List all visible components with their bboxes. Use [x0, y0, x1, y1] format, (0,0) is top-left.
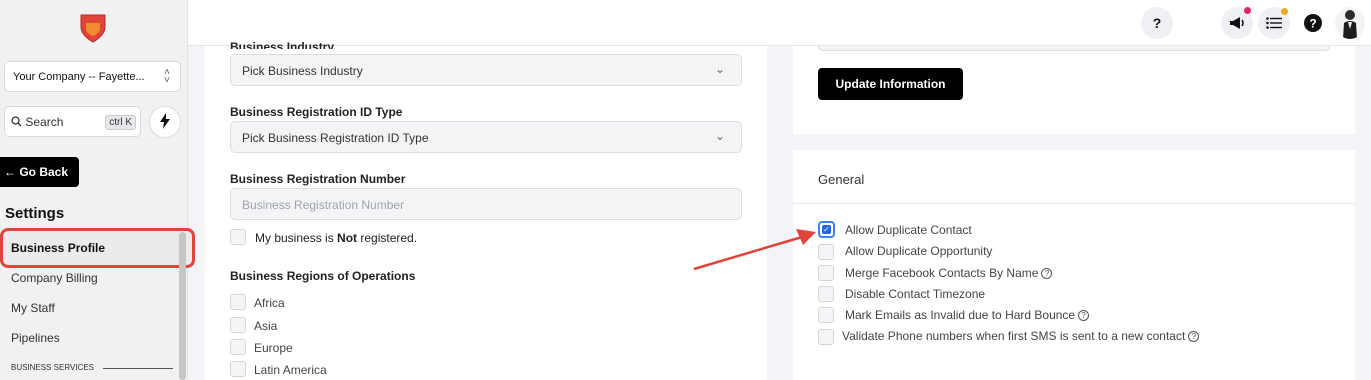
svg-text:?: ?	[1309, 17, 1316, 31]
allow-duplicate-opportunity-checkbox[interactable]	[818, 244, 834, 260]
divider	[793, 203, 1355, 204]
option-label: Disable Contact Timezone	[845, 287, 986, 301]
mark-emails-invalid-checkbox[interactable]	[818, 307, 834, 323]
check-icon: ✓	[822, 225, 831, 234]
help-icon[interactable]: ?	[1188, 331, 1200, 342]
previous-field[interactable]	[818, 46, 1330, 51]
lightning-icon	[160, 113, 170, 129]
region-checkbox-europe[interactable]	[230, 339, 246, 355]
registration-number-label: Business Registration Number	[230, 172, 406, 186]
sidebar-item-pipelines[interactable]: Pipelines	[11, 331, 60, 345]
sidebar-item-label: Business Profile	[11, 241, 106, 255]
validate-phone-numbers-checkbox[interactable]	[818, 329, 834, 345]
quick-actions-button[interactable]	[149, 106, 181, 138]
company-switcher-label: Your Company -- Fayette...	[13, 71, 145, 83]
option-label: Allow Duplicate Opportunity	[845, 244, 993, 258]
region-checkbox-asia[interactable]	[230, 317, 246, 333]
option-label: Merge Facebook Contacts By Name?	[845, 266, 1053, 280]
business-industry-label: Business Industry	[230, 40, 335, 49]
company-switcher[interactable]: Your Company -- Fayette... ˄ ˅	[4, 61, 181, 92]
general-settings-card: General	[793, 150, 1355, 380]
not-registered-label: My business is Not registered.	[255, 231, 418, 245]
region-checkbox-africa[interactable]	[230, 294, 246, 310]
sidebar-item-my-staff[interactable]: My Staff	[11, 301, 55, 315]
select-value: Pick Business Registration ID Type	[242, 131, 429, 145]
regions-label: Business Regions of Operations	[230, 269, 416, 283]
region-label: Asia	[254, 319, 278, 333]
chevron-down-icon: ⌄	[714, 129, 725, 143]
megaphone-icon	[1230, 17, 1244, 29]
disable-contact-timezone-checkbox[interactable]	[818, 286, 834, 302]
sidebar: Your Company -- Fayette... ˄ ˅ Search ctr…	[0, 0, 195, 380]
general-title: General	[818, 172, 865, 187]
merge-facebook-contacts-checkbox[interactable]	[818, 265, 834, 281]
option-label: Validate Phone numbers when first SMS is…	[842, 329, 1200, 343]
not-registered-checkbox[interactable]	[230, 229, 246, 245]
business-industry-select[interactable]: Pick Business Industry ⌄	[230, 54, 742, 86]
top-bar	[188, 0, 1371, 46]
region-label: Latin America	[254, 363, 327, 377]
settings-title: Settings	[5, 205, 65, 222]
question-icon: ?	[1152, 15, 1162, 31]
sidebar-section-label: BUSINESS SERVICES	[11, 363, 94, 372]
chevron-down-icon: ⌄	[714, 62, 725, 76]
list-icon	[1266, 17, 1282, 29]
help-circle-icon: ?	[1304, 14, 1322, 32]
business-info-card: Business Industry Pick Business Industry…	[205, 40, 767, 380]
search-shortcut: ctrl K	[105, 115, 136, 130]
select-value: Pick Business Industry	[242, 64, 363, 78]
notification-dot	[1244, 7, 1251, 14]
sidebar-scrollbar[interactable]	[179, 232, 186, 380]
search-icon	[11, 115, 25, 129]
search-label: Search	[25, 115, 64, 129]
avatar[interactable]	[1335, 7, 1365, 39]
divider	[103, 368, 173, 369]
region-label: Africa	[254, 296, 285, 310]
help-button[interactable]: ?	[1141, 7, 1173, 39]
company-logo[interactable]	[79, 12, 107, 44]
help-icon[interactable]: ?	[1078, 310, 1090, 321]
registration-type-select[interactable]: Pick Business Registration ID Type ⌄	[230, 121, 742, 153]
allow-duplicate-contact-checkbox[interactable]: ✓	[818, 221, 835, 238]
sidebar-item-business-profile[interactable]: Business Profile	[0, 228, 195, 268]
region-label: Europe	[254, 341, 293, 355]
help-icon[interactable]: ?	[1041, 268, 1053, 279]
go-back-button[interactable]: ← Go Back	[0, 157, 79, 187]
support-button[interactable]: ?	[1297, 7, 1329, 39]
option-label: Allow Duplicate Contact	[845, 223, 972, 237]
option-label: Mark Emails as Invalid due to Hard Bounc…	[845, 308, 1090, 322]
region-checkbox-latin-america[interactable]	[230, 361, 246, 377]
task-dot	[1281, 8, 1288, 15]
up-down-chevron-icon: ˄ ˅	[164, 67, 170, 86]
input-placeholder: Business Registration Number	[242, 198, 405, 212]
search-button[interactable]: Search ctrl K	[4, 106, 141, 137]
sidebar-item-company-billing[interactable]: Company Billing	[11, 271, 98, 285]
annotation-arrow	[693, 229, 816, 271]
update-card: Update Information	[793, 46, 1355, 134]
update-information-button[interactable]: Update Information	[818, 68, 963, 100]
registration-number-input[interactable]: Business Registration Number	[230, 188, 742, 220]
registration-type-label: Business Registration ID Type	[230, 105, 403, 119]
